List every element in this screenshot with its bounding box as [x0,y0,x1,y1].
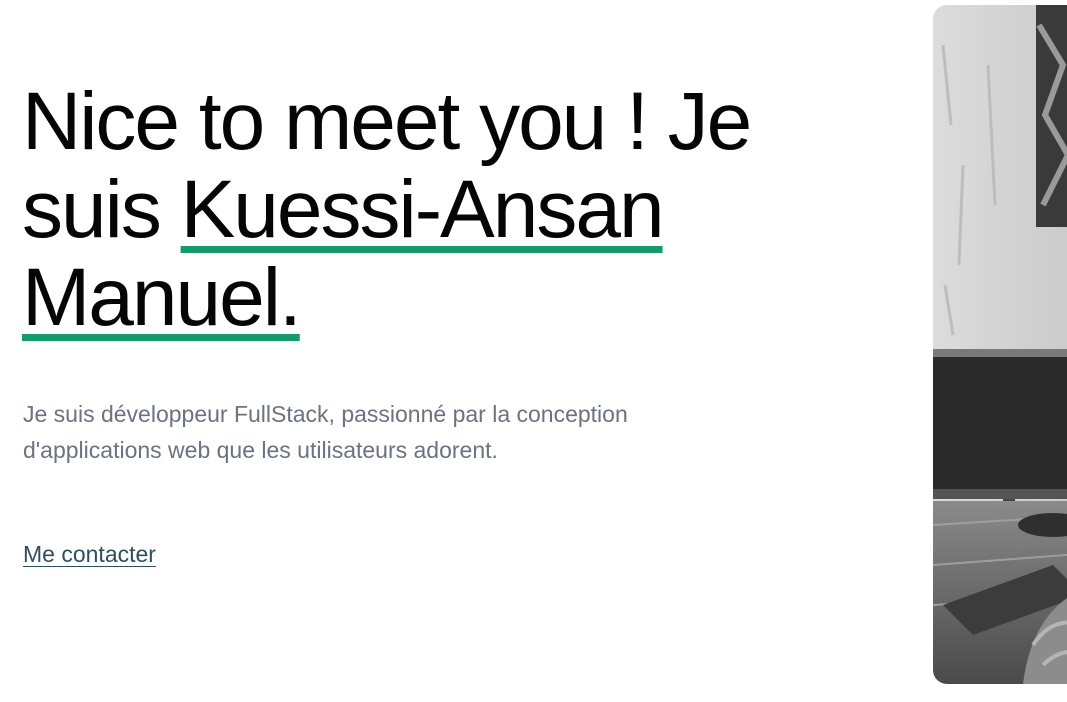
contact-link[interactable]: Me contacter [23,538,156,570]
hero-headline: Nice to meet you ! Je suis Kuessi-Ansan … [22,78,902,342]
portrait-photo-image [933,5,1067,684]
hero-intro: Je suis développeur FullStack, passionné… [23,401,628,463]
hero-section: Nice to meet you ! Je suis Kuessi-Ansan … [0,0,1067,702]
portrait-photo [933,5,1067,684]
